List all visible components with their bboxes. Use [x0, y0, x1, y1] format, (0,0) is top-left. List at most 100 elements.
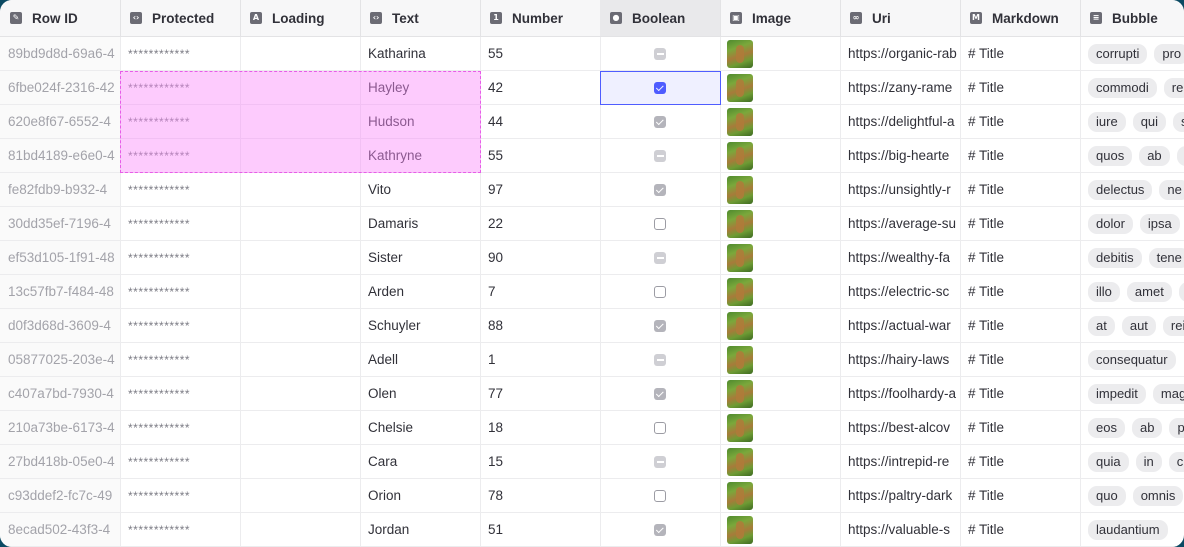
cell-uri[interactable]: https://valuable-s	[840, 513, 961, 546]
cell-markdown[interactable]: # Title	[960, 139, 1081, 172]
cell-uri[interactable]: https://electric-sc	[840, 275, 961, 308]
cell-boolean[interactable]	[600, 207, 721, 240]
column-header-uri[interactable]: ∞ Uri	[840, 0, 961, 36]
checkbox[interactable]	[654, 217, 666, 230]
cell-image[interactable]	[720, 479, 841, 512]
cell-image[interactable]	[720, 37, 841, 70]
checkbox[interactable]	[654, 523, 666, 536]
checkbox[interactable]	[654, 115, 666, 128]
cell-number[interactable]: 18	[480, 411, 601, 444]
checkbox[interactable]	[654, 81, 666, 94]
cell-uri[interactable]: https://organic-rab	[840, 37, 961, 70]
cell-text[interactable]: Vito	[360, 173, 481, 206]
cell-loading[interactable]	[240, 445, 361, 478]
table-row[interactable]: 27bd418b-05e0-4 ************ Cara 15 https:/…	[0, 445, 1184, 479]
cell-number[interactable]: 55	[480, 37, 601, 70]
cell-uri[interactable]: https://intrepid-re	[840, 445, 961, 478]
cell-loading[interactable]	[240, 139, 361, 172]
cell-row-id[interactable]: d0f3d68d-3609-4	[0, 309, 121, 342]
cell-row-id[interactable]: 05877025-203e-4	[0, 343, 121, 376]
cell-markdown[interactable]: # Title	[960, 37, 1081, 70]
column-header-text[interactable]: ‹› Text	[360, 0, 481, 36]
cell-markdown[interactable]: # Title	[960, 377, 1081, 410]
table-row[interactable]: 6fbe024f-2316-42 ************ Hayley 42 http…	[0, 71, 1184, 105]
cell-text[interactable]: Adell	[360, 343, 481, 376]
cell-boolean[interactable]	[600, 139, 721, 172]
cell-markdown[interactable]: # Title	[960, 513, 1081, 546]
cell-row-id[interactable]: 81bd4189-e6e0-4	[0, 139, 121, 172]
cell-protected[interactable]: ************	[120, 71, 241, 104]
column-header-number[interactable]: 1 Number	[480, 0, 601, 36]
cell-bubble[interactable]: quosabf	[1080, 139, 1184, 172]
cell-protected[interactable]: ************	[120, 479, 241, 512]
cell-protected[interactable]: ************	[120, 275, 241, 308]
cell-protected[interactable]: ************	[120, 343, 241, 376]
cell-image[interactable]	[720, 241, 841, 274]
checkbox[interactable]	[654, 251, 666, 264]
cell-text[interactable]: Chelsie	[360, 411, 481, 444]
cell-bubble[interactable]: quiaincu	[1080, 445, 1184, 478]
cell-loading[interactable]	[240, 207, 361, 240]
cell-row-id[interactable]: 89bd9d8d-69a6-4	[0, 37, 121, 70]
cell-row-id[interactable]: 6fbe024f-2316-42	[0, 71, 121, 104]
checkbox[interactable]	[654, 183, 666, 196]
cell-text[interactable]: Damaris	[360, 207, 481, 240]
cell-loading[interactable]	[240, 479, 361, 512]
cell-number[interactable]: 15	[480, 445, 601, 478]
column-header-image[interactable]: ▣ Image	[720, 0, 841, 36]
cell-protected[interactable]: ************	[120, 37, 241, 70]
cell-bubble[interactable]: consequatur	[1080, 343, 1184, 376]
cell-image[interactable]	[720, 445, 841, 478]
cell-number[interactable]: 78	[480, 479, 601, 512]
cell-markdown[interactable]: # Title	[960, 343, 1081, 376]
cell-loading[interactable]	[240, 377, 361, 410]
column-header-protected[interactable]: ‹› Protected	[120, 0, 241, 36]
cell-image[interactable]	[720, 71, 841, 104]
table-row[interactable]: 13c57fb7-f484-48 ************ Arden 7 https:…	[0, 275, 1184, 309]
cell-loading[interactable]	[240, 241, 361, 274]
cell-markdown[interactable]: # Title	[960, 173, 1081, 206]
cell-protected[interactable]: ************	[120, 309, 241, 342]
cell-number[interactable]: 22	[480, 207, 601, 240]
cell-boolean[interactable]	[600, 411, 721, 444]
cell-protected[interactable]: ************	[120, 139, 241, 172]
cell-bubble[interactable]: debitis tene	[1080, 241, 1184, 274]
cell-image[interactable]	[720, 173, 841, 206]
checkbox[interactable]	[654, 387, 666, 400]
checkbox[interactable]	[654, 319, 666, 332]
cell-row-id[interactable]: ef53d105-1f91-48	[0, 241, 121, 274]
cell-image[interactable]	[720, 411, 841, 444]
cell-markdown[interactable]: # Title	[960, 241, 1081, 274]
cell-boolean[interactable]	[600, 105, 721, 138]
cell-text[interactable]: Katharina	[360, 37, 481, 70]
cell-uri[interactable]: https://foolhardy-a	[840, 377, 961, 410]
cell-boolean[interactable]	[600, 71, 721, 104]
cell-uri[interactable]: https://hairy-laws	[840, 343, 961, 376]
cell-boolean[interactable]	[600, 275, 721, 308]
cell-row-id[interactable]: 210a73be-6173-4	[0, 411, 121, 444]
cell-markdown[interactable]: # Title	[960, 479, 1081, 512]
table-row[interactable]: 81bd4189-e6e0-4 ************ Kathryne 55 htt…	[0, 139, 1184, 173]
cell-text[interactable]: Hudson	[360, 105, 481, 138]
cell-loading[interactable]	[240, 275, 361, 308]
cell-image[interactable]	[720, 513, 841, 546]
cell-loading[interactable]	[240, 71, 361, 104]
cell-loading[interactable]	[240, 309, 361, 342]
cell-bubble[interactable]: dolor ipsa	[1080, 207, 1184, 240]
cell-row-id[interactable]: 27bd418b-05e0-4	[0, 445, 121, 478]
column-header-loading[interactable]: A Loading	[240, 0, 361, 36]
cell-protected[interactable]: ************	[120, 173, 241, 206]
table-row[interactable]: 05877025-203e-4 ************ Adell 1 https:/…	[0, 343, 1184, 377]
cell-text[interactable]: Olen	[360, 377, 481, 410]
column-header-markdown[interactable]: M Markdown	[960, 0, 1081, 36]
column-header-row-id[interactable]: ✎ Row ID	[0, 0, 121, 36]
table-row[interactable]: ef53d105-1f91-48 ************ Sister 90 http…	[0, 241, 1184, 275]
cell-boolean[interactable]	[600, 479, 721, 512]
cell-boolean[interactable]	[600, 377, 721, 410]
cell-row-id[interactable]: 30dd35ef-7196-4	[0, 207, 121, 240]
cell-row-id[interactable]: c407a7bd-7930-4	[0, 377, 121, 410]
cell-number[interactable]: 97	[480, 173, 601, 206]
cell-image[interactable]	[720, 139, 841, 172]
cell-boolean[interactable]	[600, 343, 721, 376]
cell-protected[interactable]: ************	[120, 105, 241, 138]
